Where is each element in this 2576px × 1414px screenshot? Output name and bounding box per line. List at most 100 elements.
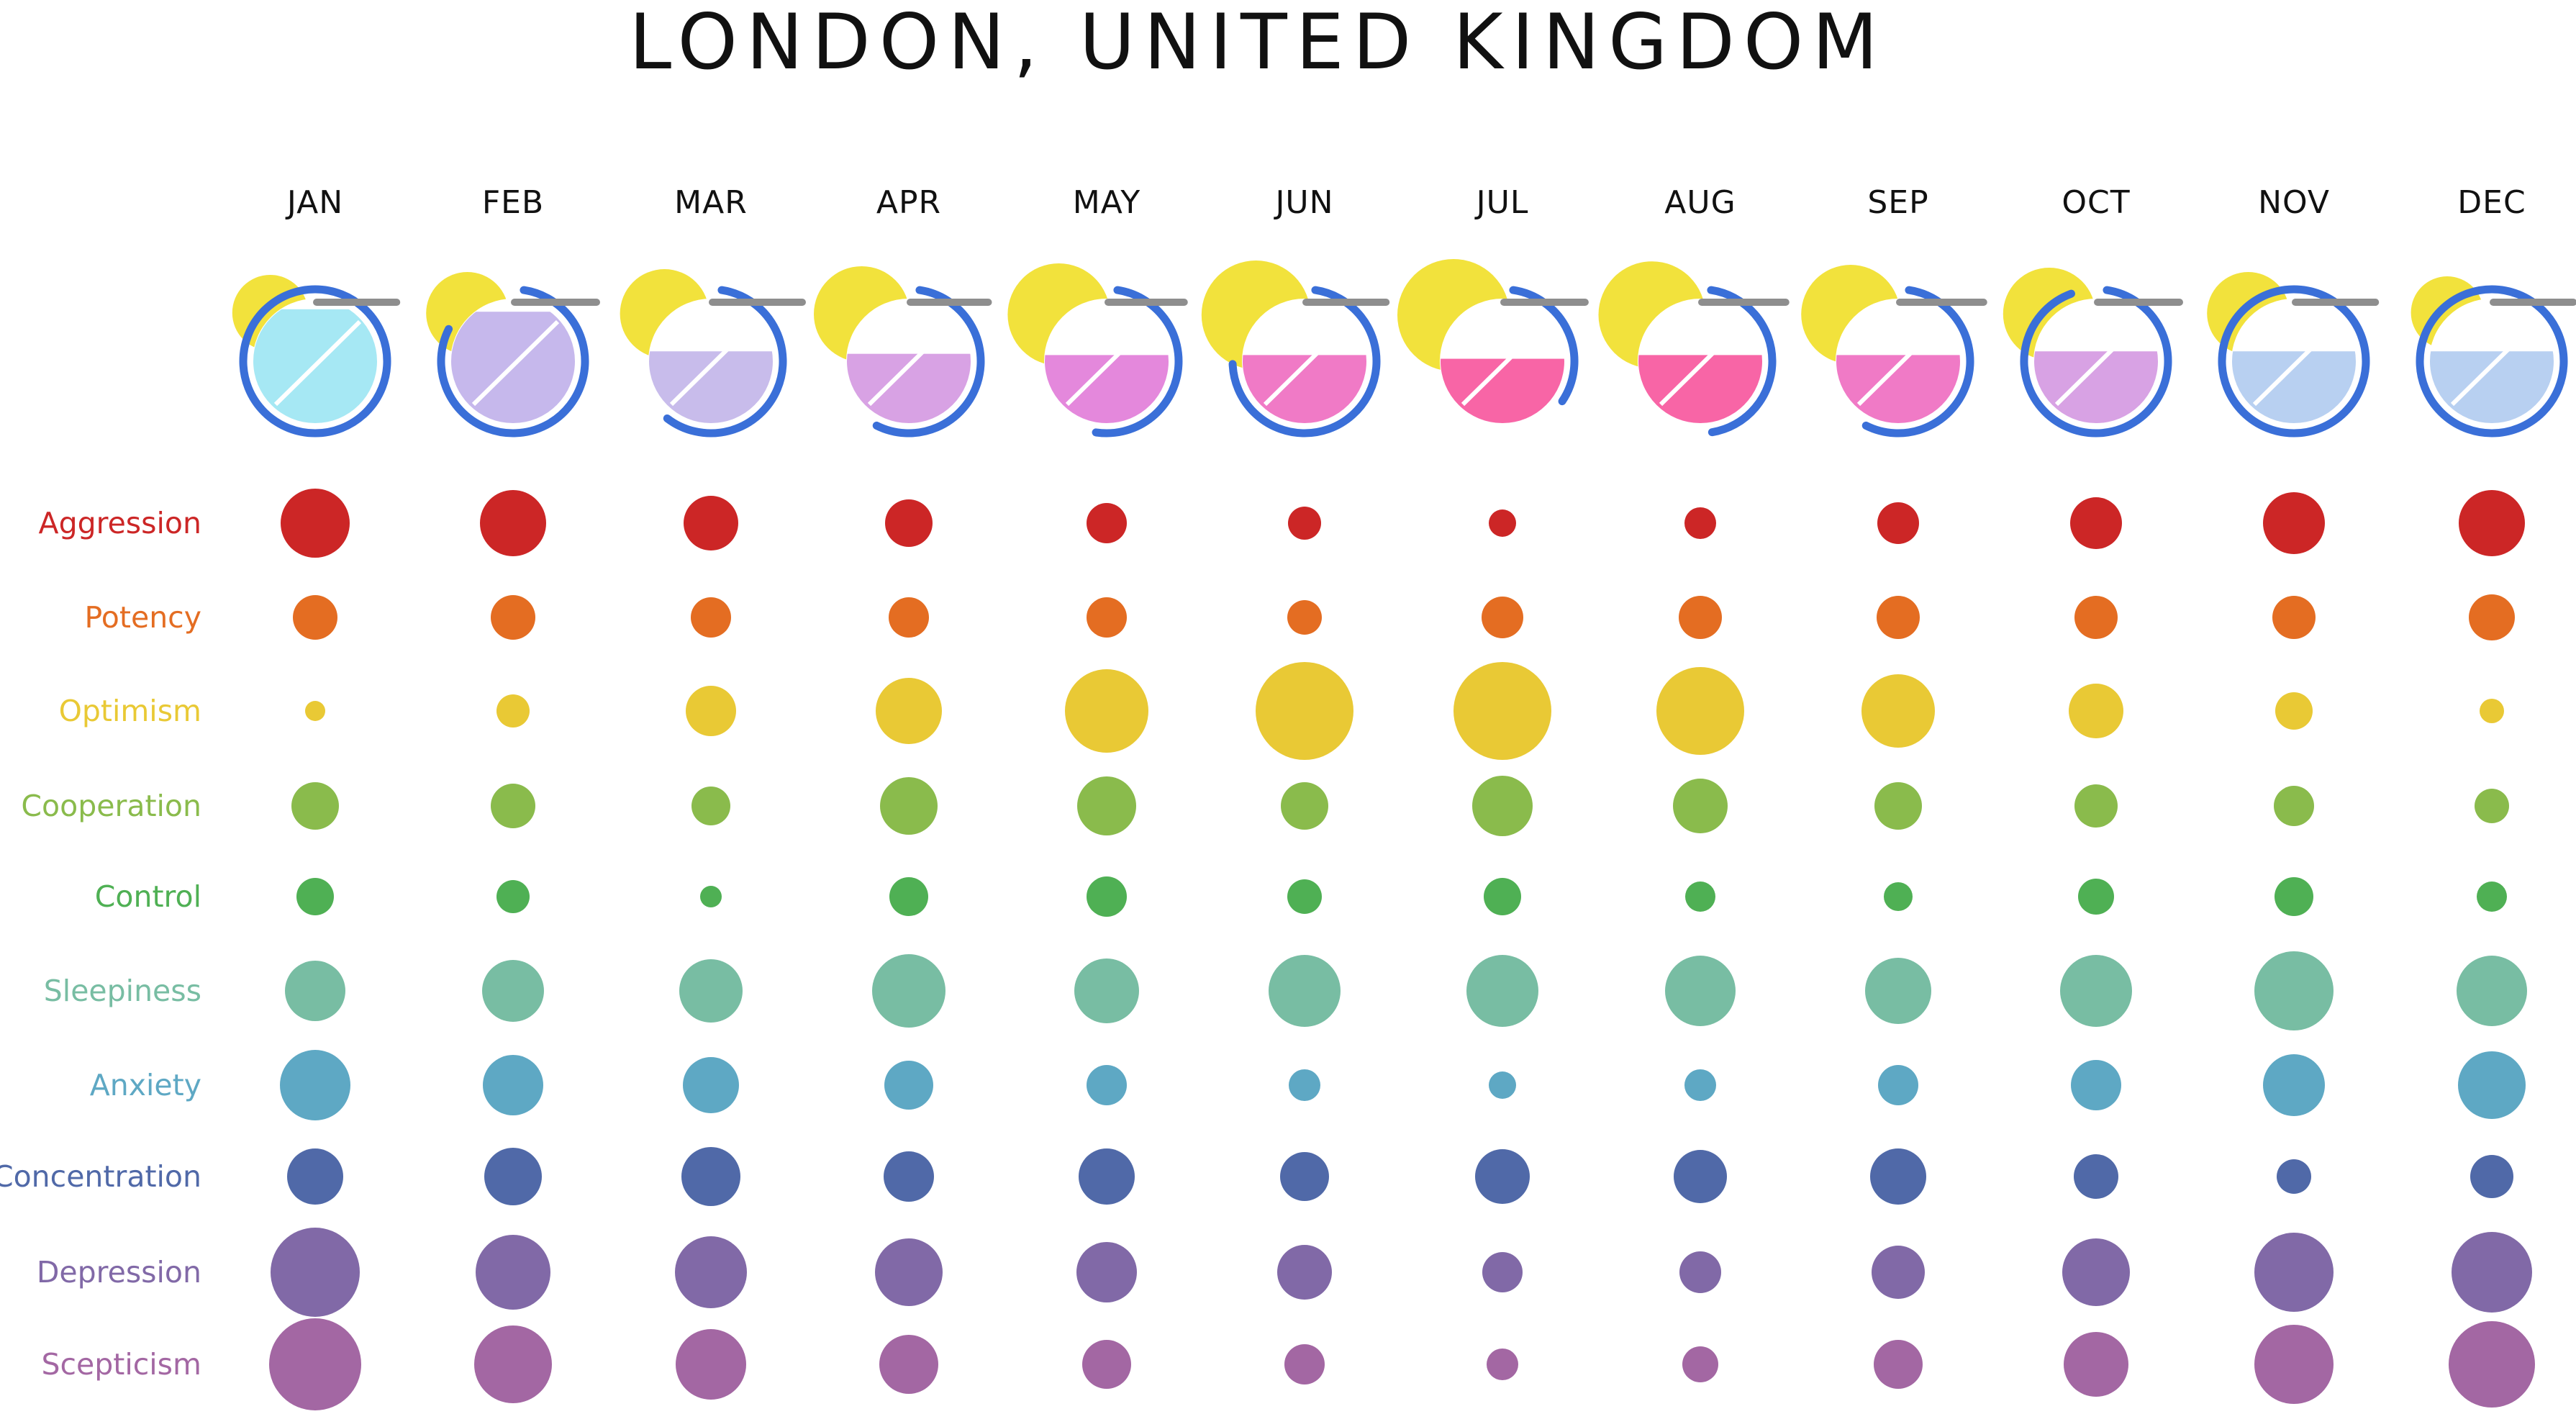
bubble-concentration-jan bbox=[287, 1148, 343, 1205]
month-glyphs bbox=[232, 259, 2576, 438]
row-label-aggression: Aggression bbox=[39, 506, 201, 540]
bubble-aggression-aug bbox=[1684, 507, 1716, 539]
bubble-aggression-oct bbox=[2070, 497, 2122, 549]
chart: LONDON, UNITED KINGDOM JAN FEB MAR APR MAY JU… bbox=[0, 0, 2576, 1410]
bubble-aggression-feb bbox=[480, 490, 546, 556]
bubble-depression-oct bbox=[2062, 1238, 2130, 1306]
bubble-cooperation-sep bbox=[1874, 782, 1922, 830]
bubble-sleepiness-nov bbox=[2254, 951, 2334, 1030]
bubble-depression-feb bbox=[476, 1235, 550, 1310]
bubble-potency-may bbox=[1087, 597, 1127, 638]
bubble-control-feb bbox=[496, 880, 530, 913]
row-label-control: Control bbox=[95, 879, 201, 914]
bubble-sleepiness-sep bbox=[1865, 958, 1931, 1024]
bubble-anxiety-nov bbox=[2263, 1054, 2325, 1116]
month-label-sep: SEP bbox=[1867, 184, 1928, 221]
bubble-aggression-apr bbox=[885, 499, 933, 547]
bubble-optimism-jul bbox=[1453, 662, 1551, 760]
bubble-control-aug bbox=[1685, 882, 1715, 912]
bubble-control-may bbox=[1087, 876, 1127, 917]
bubble-control-nov bbox=[2275, 877, 2313, 916]
bubble-sleepiness-aug bbox=[1665, 956, 1736, 1026]
bubble-scepticism-nov bbox=[2254, 1325, 2334, 1404]
bubble-optimism-may bbox=[1065, 669, 1148, 753]
bubble-scepticism-jun bbox=[1284, 1344, 1325, 1384]
month-glyph-feb bbox=[426, 272, 600, 438]
month-glyph-dec bbox=[2411, 276, 2576, 438]
bubble-anxiety-mar bbox=[683, 1057, 739, 1113]
bubble-scepticism-dec bbox=[2449, 1321, 2535, 1408]
bubble-sleepiness-apr bbox=[872, 954, 945, 1028]
bubble-concentration-mar bbox=[681, 1147, 740, 1206]
bubble-potency-nov bbox=[2272, 596, 2316, 639]
bubble-potency-feb bbox=[491, 595, 535, 640]
bubble-sleepiness-oct bbox=[2060, 955, 2132, 1027]
month-label-nov: NOV bbox=[2258, 184, 2330, 221]
month-label-may: MAY bbox=[1073, 184, 1141, 221]
bubble-potency-jun bbox=[1287, 600, 1322, 635]
fill-level bbox=[649, 351, 773, 423]
bubble-anxiety-aug bbox=[1684, 1069, 1716, 1101]
bubble-cooperation-oct bbox=[2074, 784, 2118, 828]
bubble-depression-jun bbox=[1277, 1245, 1332, 1300]
bubble-aggression-may bbox=[1087, 503, 1127, 543]
month-label-feb: FEB bbox=[482, 184, 544, 221]
bubble-sleepiness-dec bbox=[2457, 956, 2527, 1026]
bubble-depression-apr bbox=[875, 1238, 943, 1306]
bubble-cooperation-jan bbox=[291, 782, 339, 830]
bubbles bbox=[269, 489, 2535, 1410]
bubble-aggression-jan bbox=[281, 489, 350, 558]
bubble-optimism-sep bbox=[1861, 674, 1935, 748]
month-label-oct: OCT bbox=[2062, 184, 2130, 221]
bubble-scepticism-feb bbox=[474, 1325, 552, 1403]
bubble-potency-jul bbox=[1482, 597, 1523, 638]
bubble-sleepiness-jan bbox=[285, 961, 345, 1021]
month-label-jun: JUN bbox=[1273, 184, 1333, 221]
bubble-concentration-aug bbox=[1674, 1150, 1727, 1203]
bubble-scepticism-mar bbox=[676, 1329, 746, 1400]
bubble-cooperation-jul bbox=[1472, 776, 1533, 836]
bubble-scepticism-may bbox=[1082, 1340, 1131, 1389]
bubble-scepticism-apr bbox=[879, 1335, 938, 1394]
bubble-sleepiness-may bbox=[1074, 958, 1139, 1023]
bubble-optimism-jun bbox=[1256, 662, 1353, 760]
bubble-control-sep bbox=[1884, 882, 1913, 911]
bubble-depression-jan bbox=[271, 1228, 360, 1317]
bubble-optimism-mar bbox=[686, 686, 736, 736]
bubble-depression-aug bbox=[1679, 1251, 1721, 1293]
month-glyph-jun bbox=[1201, 260, 1390, 438]
fill-level bbox=[2034, 351, 2158, 423]
bubble-potency-dec bbox=[2469, 594, 2515, 640]
bubble-sleepiness-jul bbox=[1466, 955, 1538, 1027]
bubble-cooperation-apr bbox=[880, 777, 938, 835]
row-label-concentration: Concentration bbox=[0, 1159, 201, 1194]
month-glyph-jan bbox=[232, 275, 401, 438]
month-glyph-apr bbox=[814, 266, 992, 438]
bubble-aggression-jun bbox=[1288, 507, 1321, 540]
bubble-concentration-apr bbox=[884, 1151, 934, 1202]
bubble-control-oct bbox=[2078, 879, 2114, 915]
bubble-cooperation-aug bbox=[1673, 779, 1728, 833]
bubble-cooperation-jun bbox=[1281, 782, 1328, 830]
bubble-scepticism-jan bbox=[269, 1318, 361, 1410]
month-label-dec: DEC bbox=[2457, 184, 2526, 221]
bubble-anxiety-oct bbox=[2071, 1060, 2121, 1110]
bubble-concentration-feb bbox=[484, 1148, 542, 1205]
chart-title: LONDON, UNITED KINGDOM bbox=[629, 0, 1887, 86]
bubble-control-jan bbox=[296, 878, 334, 915]
bubble-aggression-sep bbox=[1877, 502, 1919, 544]
bubble-sleepiness-mar bbox=[679, 959, 743, 1023]
bubble-aggression-mar bbox=[684, 496, 738, 550]
row-label-scepticism: Scepticism bbox=[41, 1347, 201, 1382]
month-glyph-mar bbox=[620, 269, 806, 438]
bubble-anxiety-may bbox=[1087, 1065, 1127, 1105]
bubble-concentration-oct bbox=[2074, 1154, 2118, 1199]
row-label-cooperation: Cooperation bbox=[21, 789, 201, 823]
fill-level bbox=[2232, 351, 2356, 423]
row-labels: Aggression Potency Optimism Cooperation Cont… bbox=[0, 506, 201, 1382]
bubble-potency-aug bbox=[1679, 596, 1722, 639]
month-label-mar: MAR bbox=[674, 184, 748, 221]
bubble-optimism-jan bbox=[305, 701, 325, 721]
bubble-cooperation-dec bbox=[2475, 789, 2509, 823]
bubble-potency-jan bbox=[293, 595, 337, 640]
